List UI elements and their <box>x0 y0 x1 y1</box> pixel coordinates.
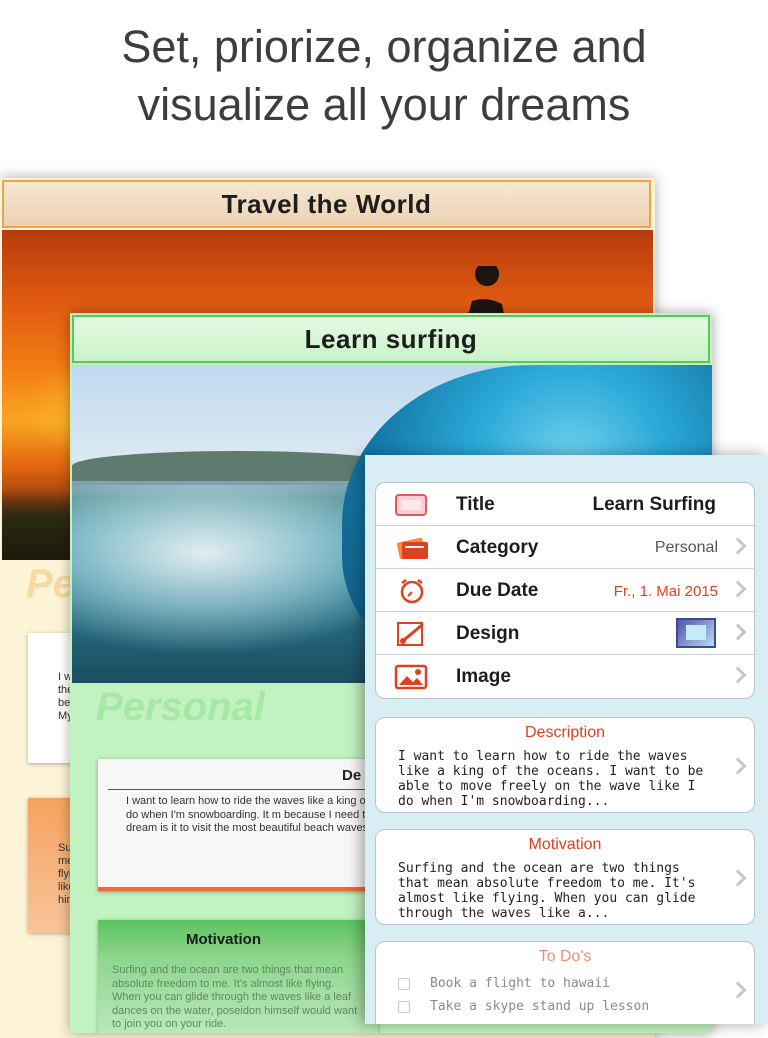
headline-line-1: Set, priorize, organize and <box>121 21 647 72</box>
motivation-note-text: Surfing and the ocean are two things tha… <box>112 964 358 1030</box>
dream-card-title: Learn surfing <box>72 315 710 363</box>
paintbrush-icon <box>397 622 423 646</box>
chevron-right-icon <box>729 623 747 641</box>
design-swatch <box>676 618 716 648</box>
row-image[interactable]: Image <box>376 655 754 698</box>
todo-text: Book a flight to hawaii <box>430 976 611 991</box>
chevron-right-icon <box>729 869 747 887</box>
row-label: Design <box>456 623 520 644</box>
row-label: Due Date <box>456 580 539 601</box>
chevron-right-icon <box>729 580 747 598</box>
description-note-text: I want to learn how to ride the waves li… <box>126 795 378 834</box>
todo-item[interactable]: Book a flight to hawaii <box>376 974 754 997</box>
chevron-right-icon <box>729 757 747 775</box>
due-date-value: Fr., 1. Mai 2015 <box>613 583 718 600</box>
motivation-text: Surfing and the ocean are two things tha… <box>398 861 696 921</box>
category-ghost-text: Pe <box>26 562 75 606</box>
row-due-date[interactable]: Due Date Fr., 1. Mai 2015 <box>376 569 754 612</box>
motivation-note-header: Motivation <box>186 931 261 948</box>
row-design[interactable]: Design <box>376 612 754 655</box>
image-icon <box>394 664 428 690</box>
title-value: Learn Surfing <box>592 494 716 515</box>
description-note-header: De <box>342 767 362 784</box>
dream-settings-panel: Title Learn Surfing Category Personal Du… <box>365 455 768 1024</box>
category-cards-icon <box>396 537 428 560</box>
todos-title: To Do's <box>538 948 592 965</box>
description-section[interactable]: Description I want to learn how to ride … <box>375 717 755 813</box>
row-title[interactable]: Title Learn Surfing <box>376 483 754 526</box>
alarm-clock-icon <box>400 579 424 604</box>
todo-item[interactable]: Take a skype stand up lesson <box>376 997 754 1020</box>
description-note: De I want to learn how to ride the waves… <box>98 759 378 891</box>
todo-checkbox[interactable] <box>398 1001 410 1013</box>
todo-list: Book a flight to hawaii Take a skype sta… <box>376 974 754 1020</box>
motivation-section[interactable]: Motivation Surfing and the ocean are two… <box>375 829 755 925</box>
row-category[interactable]: Category Personal <box>376 526 754 569</box>
card-icon <box>395 494 427 516</box>
row-label: Category <box>456 537 539 558</box>
headline: Set, priorize, organize and visualize al… <box>0 18 768 134</box>
category-ghost-text: Personal <box>96 685 265 729</box>
description-text: I want to learn how to ride the waves li… <box>398 749 704 809</box>
dream-card-title: Travel the World <box>2 180 651 228</box>
divider <box>108 789 378 790</box>
properties-group: Title Learn Surfing Category Personal Du… <box>375 482 755 699</box>
chevron-right-icon <box>729 666 747 684</box>
headline-line-2: visualize all your dreams <box>137 79 631 130</box>
motivation-note: Motivation Surfing and the ocean are two… <box>98 920 378 1033</box>
motivation-title: Motivation <box>528 836 602 853</box>
todos-section[interactable]: To Do's Book a flight to hawaii Take a s… <box>375 941 755 1024</box>
category-value: Personal <box>654 539 718 556</box>
todo-checkbox[interactable] <box>398 978 410 990</box>
description-title: Description <box>524 724 606 741</box>
row-label: Title <box>456 494 495 515</box>
todo-text: Take a skype stand up lesson <box>430 999 650 1014</box>
row-label: Image <box>456 666 511 687</box>
chevron-right-icon <box>729 537 747 555</box>
